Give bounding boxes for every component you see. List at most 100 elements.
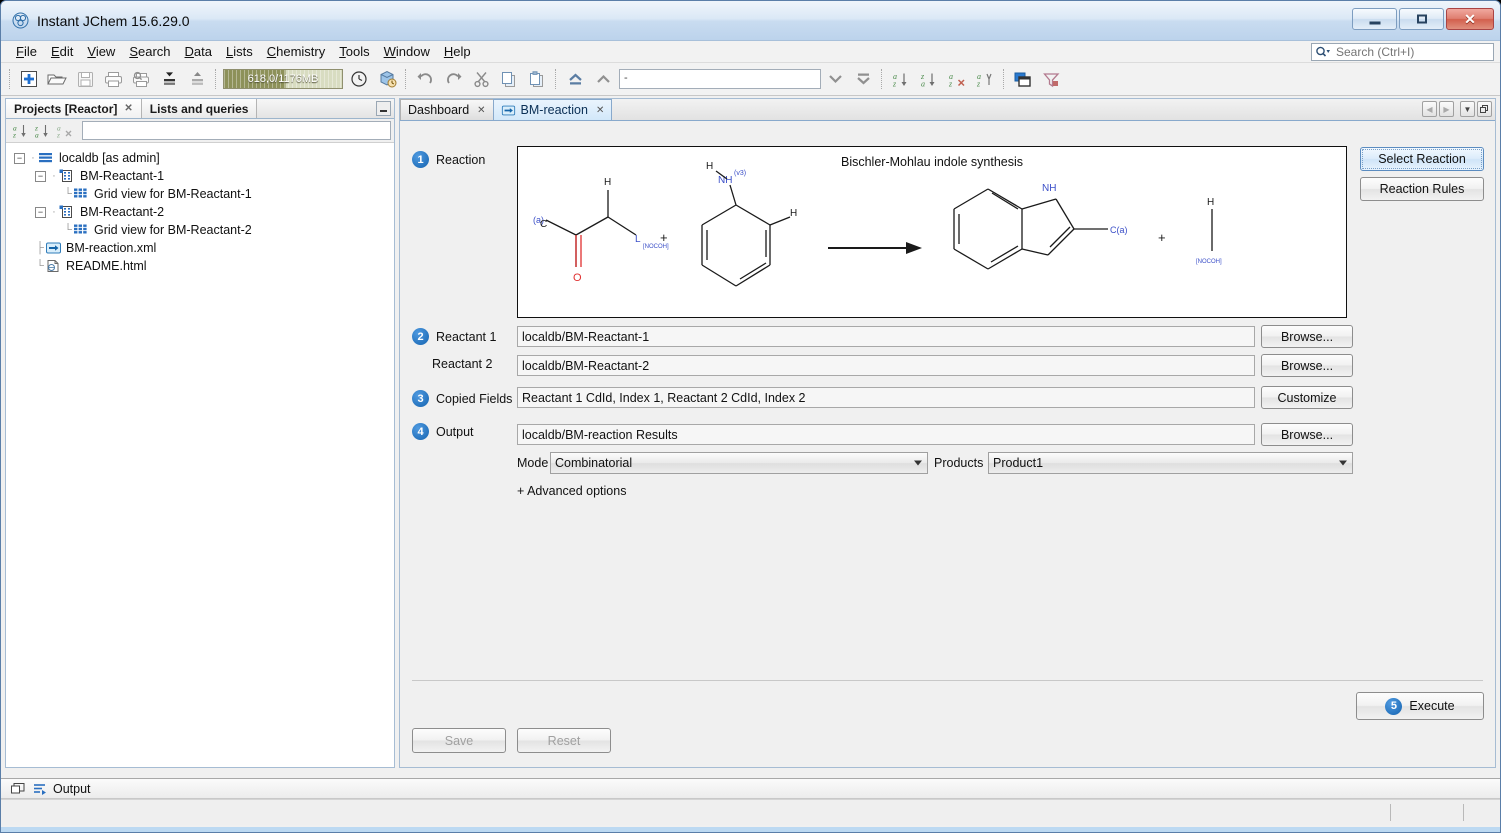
export-icon[interactable]	[183, 66, 211, 92]
global-search-box[interactable]	[1311, 43, 1494, 61]
scroll-right-icon[interactable]: ▶	[1439, 101, 1454, 117]
svg-text:(v3): (v3)	[734, 170, 746, 177]
print-preview-icon[interactable]	[127, 66, 155, 92]
tree-node-bm-reaction-xml[interactable]: ├ BM-reaction.xml	[6, 239, 394, 257]
output-tab-label[interactable]: Output	[53, 782, 91, 796]
reaction-scheme-drawing: (a) C H O L [NOCOH] +	[518, 147, 1346, 317]
copied-fields-input[interactable]: Reactant 1 CdId, Index 1, Reactant 2 CdI…	[517, 387, 1255, 408]
minimize-button[interactable]	[1352, 8, 1397, 30]
print-icon[interactable]	[99, 66, 127, 92]
reaction-file-icon	[45, 241, 62, 255]
tab-projects-reactor[interactable]: Projects [Reactor] ✕	[6, 99, 142, 118]
customize-button[interactable]: Customize	[1261, 386, 1353, 409]
open-icon[interactable]	[43, 66, 71, 92]
tab-list-icon[interactable]: ▼	[1460, 101, 1475, 117]
editor-nav-buttons: ◀ ▶ ▼	[1422, 101, 1492, 117]
menu-search[interactable]: Search	[122, 42, 177, 61]
menu-data[interactable]: Data	[178, 42, 219, 61]
sort-custom-icon[interactable]: a z	[971, 66, 999, 92]
select-reaction-button[interactable]: Select Reaction	[1360, 147, 1484, 171]
tree-node-localdb[interactable]: − · localdb [as admin]	[6, 149, 394, 167]
save-icon[interactable]	[71, 66, 99, 92]
toolbar-separator	[881, 69, 883, 89]
save-button[interactable]: Save	[412, 728, 506, 753]
tab-dashboard[interactable]: Dashboard ✕	[400, 99, 494, 120]
reset-button[interactable]: Reset	[517, 728, 611, 753]
explorer-filter-input[interactable]	[82, 121, 391, 140]
tree-node-bm-reactant-1[interactable]: − · BM-Reactant-1	[6, 167, 394, 185]
copy-icon[interactable]	[495, 66, 523, 92]
next-record-icon[interactable]	[821, 66, 849, 92]
menu-chemistry[interactable]: Chemistry	[260, 42, 333, 61]
execute-button[interactable]: 5 Execute	[1356, 692, 1484, 720]
tab-bm-reaction[interactable]: BM-reaction ✕	[493, 99, 613, 120]
sort-descending-icon[interactable]: z a	[32, 121, 54, 141]
output-browse-button[interactable]: Browse...	[1261, 423, 1353, 446]
previous-record-icon[interactable]	[589, 66, 617, 92]
sort-ascending-icon[interactable]: a z	[10, 121, 32, 141]
clear-sort-icon[interactable]: a z	[54, 121, 76, 141]
advanced-options-toggle[interactable]: + Advanced options	[517, 484, 626, 498]
svg-text:H: H	[604, 177, 611, 188]
clear-filter-icon[interactable]	[1037, 66, 1065, 92]
output-input[interactable]: localdb/BM-reaction Results	[517, 424, 1255, 445]
tree-node-bm-reactant-2[interactable]: − · BM-Reactant-2	[6, 203, 394, 221]
menu-help[interactable]: Help	[437, 42, 478, 61]
clock-icon[interactable]	[345, 66, 373, 92]
tab-lists-and-queries[interactable]: Lists and queries	[142, 99, 258, 118]
svg-text:L: L	[635, 234, 641, 245]
collapse-toggle[interactable]: −	[35, 171, 46, 182]
redo-icon[interactable]	[439, 66, 467, 92]
reactant-2-input[interactable]: localdb/BM-Reactant-2	[517, 355, 1255, 376]
float-window-icon[interactable]	[11, 783, 25, 795]
database-history-icon[interactable]	[373, 66, 401, 92]
sort-descending-icon[interactable]: z a	[915, 66, 943, 92]
record-field[interactable]: -	[619, 69, 821, 89]
reaction-scheme-display[interactable]: Bischler-Mohlau indole synthesis	[517, 146, 1347, 318]
menu-tools[interactable]: Tools	[332, 42, 376, 61]
tree-node-grid-view-2[interactable]: └ Grid view for BM-Reactant-2	[6, 221, 394, 239]
paste-icon[interactable]	[523, 66, 551, 92]
minimize-panel-icon[interactable]	[376, 101, 391, 116]
close-button[interactable]: ✕	[1446, 8, 1494, 30]
memory-gauge[interactable]: 618,0/1176MB	[223, 69, 343, 89]
new-icon[interactable]	[15, 66, 43, 92]
undo-icon[interactable]	[411, 66, 439, 92]
global-search-input[interactable]	[1334, 44, 1484, 60]
reactant-2-browse-button[interactable]: Browse...	[1261, 354, 1353, 377]
step-4-badge: 4	[412, 423, 429, 440]
window-bottom-edge	[1, 827, 1500, 832]
projects-explorer-panel: Projects [Reactor] ✕ Lists and queries a…	[5, 98, 395, 768]
reactant-1-input[interactable]: localdb/BM-Reactant-1	[517, 326, 1255, 347]
mode-select[interactable]: Combinatorial	[550, 452, 928, 474]
reaction-label: Reaction	[436, 153, 485, 167]
import-icon[interactable]	[155, 66, 183, 92]
close-icon[interactable]: ✕	[477, 105, 485, 116]
menu-edit[interactable]: Edit	[44, 42, 80, 61]
clear-sort-icon[interactable]: a z	[943, 66, 971, 92]
menu-window[interactable]: Window	[377, 42, 437, 61]
maximize-button[interactable]	[1399, 8, 1444, 30]
menu-lists[interactable]: Lists	[219, 42, 260, 61]
last-record-icon[interactable]	[849, 66, 877, 92]
window-arrange-icon[interactable]	[1009, 66, 1037, 92]
reaction-rules-button[interactable]: Reaction Rules	[1360, 177, 1484, 201]
close-icon[interactable]: ✕	[596, 105, 604, 116]
maximize-editor-icon[interactable]	[1477, 101, 1492, 117]
first-record-icon[interactable]	[561, 66, 589, 92]
products-select[interactable]: Product1	[988, 452, 1353, 474]
editor-panel: Dashboard ✕ BM-reaction ✕ ◀	[399, 98, 1496, 768]
tree-node-grid-view-1[interactable]: └ Grid view for BM-Reactant-1	[6, 185, 394, 203]
scroll-left-icon[interactable]: ◀	[1422, 101, 1437, 117]
collapse-toggle[interactable]: −	[14, 153, 25, 164]
menu-file[interactable]: File	[9, 42, 44, 61]
tree-node-readme-html[interactable]: └ README.html	[6, 257, 394, 275]
close-icon[interactable]: ✕	[124, 103, 132, 114]
reactant-1-browse-button[interactable]: Browse...	[1261, 325, 1353, 348]
menu-view[interactable]: View	[80, 42, 122, 61]
sort-ascending-icon[interactable]: a z	[887, 66, 915, 92]
collapse-toggle[interactable]: −	[35, 207, 46, 218]
toolbar-separator	[9, 69, 11, 89]
tab-dashboard-label: Dashboard	[408, 103, 469, 117]
cut-icon[interactable]	[467, 66, 495, 92]
